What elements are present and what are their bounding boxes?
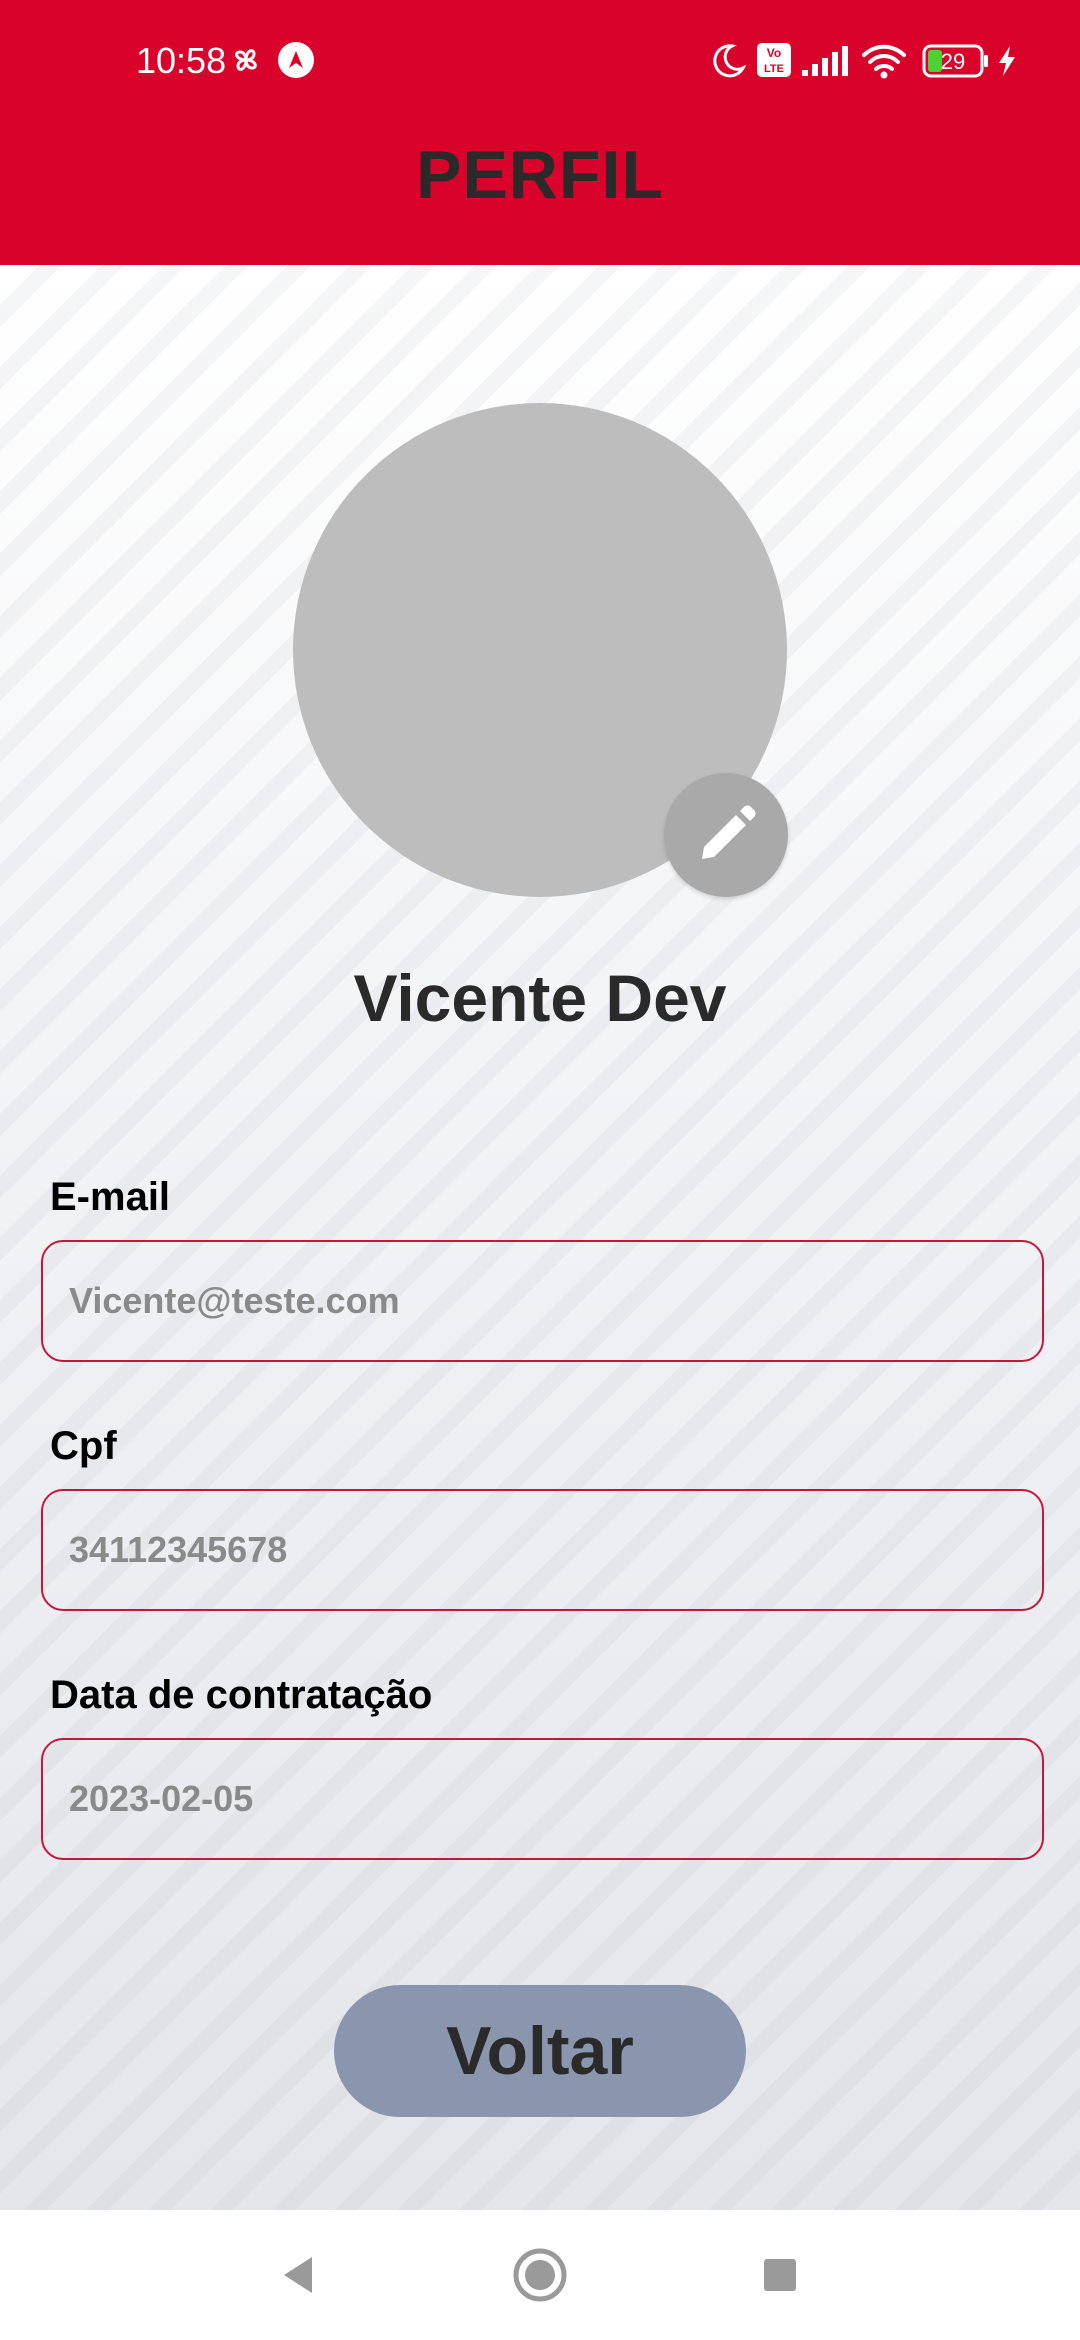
battery-level: 29: [941, 49, 965, 74]
nav-back-button[interactable]: [268, 2245, 328, 2305]
svg-text:Vo: Vo: [767, 46, 781, 60]
pencil-icon: [702, 805, 756, 859]
edit-avatar-button[interactable]: [664, 773, 788, 897]
hire-date-label: Data de contratação: [50, 1673, 433, 1717]
pinwheel-icon: [235, 49, 257, 71]
moon-icon: [713, 44, 746, 78]
back-button[interactable]: Voltar: [334, 1985, 746, 2117]
hire-date-field[interactable]: [41, 1738, 1044, 1860]
nav-recents-button[interactable]: [750, 2245, 810, 2305]
charging-icon: [999, 46, 1015, 76]
recents-square-icon: [764, 2259, 796, 2291]
signal-icon: [802, 46, 848, 76]
email-label: E-mail: [50, 1175, 171, 1219]
status-time: 10:58: [136, 40, 227, 81]
status-bar: 10:58 Vo LTE 29: [0, 0, 1080, 125]
wifi-icon: [862, 44, 906, 79]
cpf-field[interactable]: [41, 1489, 1044, 1611]
cpf-label: Cpf: [50, 1424, 117, 1468]
battery-icon: 29: [922, 44, 988, 78]
email-field[interactable]: [41, 1240, 1044, 1362]
page-title: PERFIL: [416, 137, 664, 213]
user-name: Vicente Dev: [353, 961, 727, 1035]
navigation-app-icon: [278, 42, 314, 78]
volte-icon: Vo LTE: [757, 43, 791, 77]
app-header: 10:58 Vo LTE 29 PERFIL: [0, 0, 1080, 265]
back-triangle-icon: [284, 2257, 312, 2293]
svg-text:LTE: LTE: [764, 63, 784, 75]
nav-home-button[interactable]: [510, 2245, 570, 2305]
home-circle-icon: [513, 2248, 567, 2302]
